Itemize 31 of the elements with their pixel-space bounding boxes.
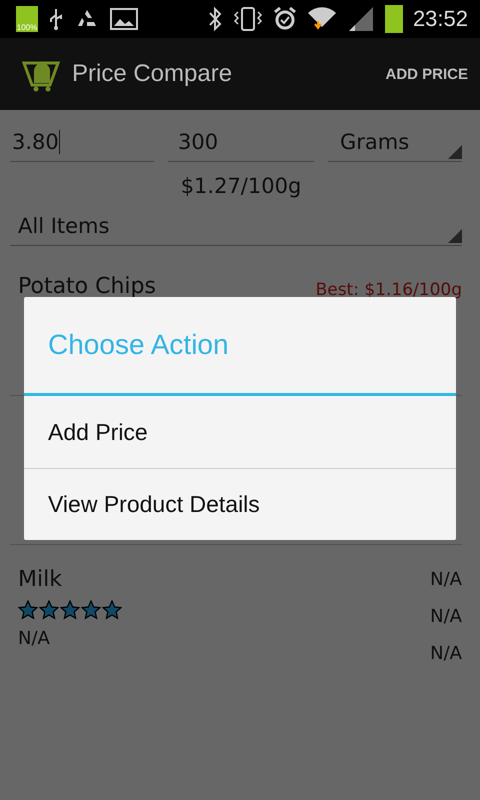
star-icon <box>60 600 80 620</box>
dialog-title: Choose Action <box>24 297 456 396</box>
price-value: N/A <box>430 569 462 590</box>
price-value: N/A <box>430 643 462 664</box>
alarm-icon <box>272 6 297 32</box>
image-icon <box>110 7 138 31</box>
star-icon <box>81 600 101 620</box>
clock-time: 23:52 <box>412 6 468 32</box>
best-price: Best: $1.16/100g <box>316 279 462 300</box>
product-name: Milk <box>18 567 62 592</box>
app-title: Price Compare <box>72 60 234 88</box>
vibrate-icon <box>232 6 263 32</box>
price-field[interactable]: 3.80 <box>10 122 154 162</box>
battery-label: 100% <box>16 23 38 32</box>
star-icon <box>39 600 59 620</box>
quantity-field[interactable]: 300 <box>168 122 314 162</box>
menu-item[interactable]: View Product Details <box>24 468 456 540</box>
product-name: Potato Chips <box>18 274 156 299</box>
menu-item[interactable]: Add Price <box>24 396 456 468</box>
battery-icon <box>384 5 403 33</box>
price-value: N/A <box>430 606 462 627</box>
unit-price: $1.27/100g <box>180 173 302 200</box>
rating-text: N/A <box>18 628 50 649</box>
bluetooth-icon <box>206 6 223 32</box>
usb-icon <box>48 7 64 31</box>
star-icon <box>102 600 122 620</box>
unit-dropdown[interactable]: Grams <box>328 122 462 162</box>
star-icon <box>18 600 38 620</box>
filter-dropdown[interactable]: All Items <box>10 206 462 246</box>
add-price-button[interactable]: ADD PRICE <box>385 66 468 82</box>
signal-icon <box>346 5 375 33</box>
